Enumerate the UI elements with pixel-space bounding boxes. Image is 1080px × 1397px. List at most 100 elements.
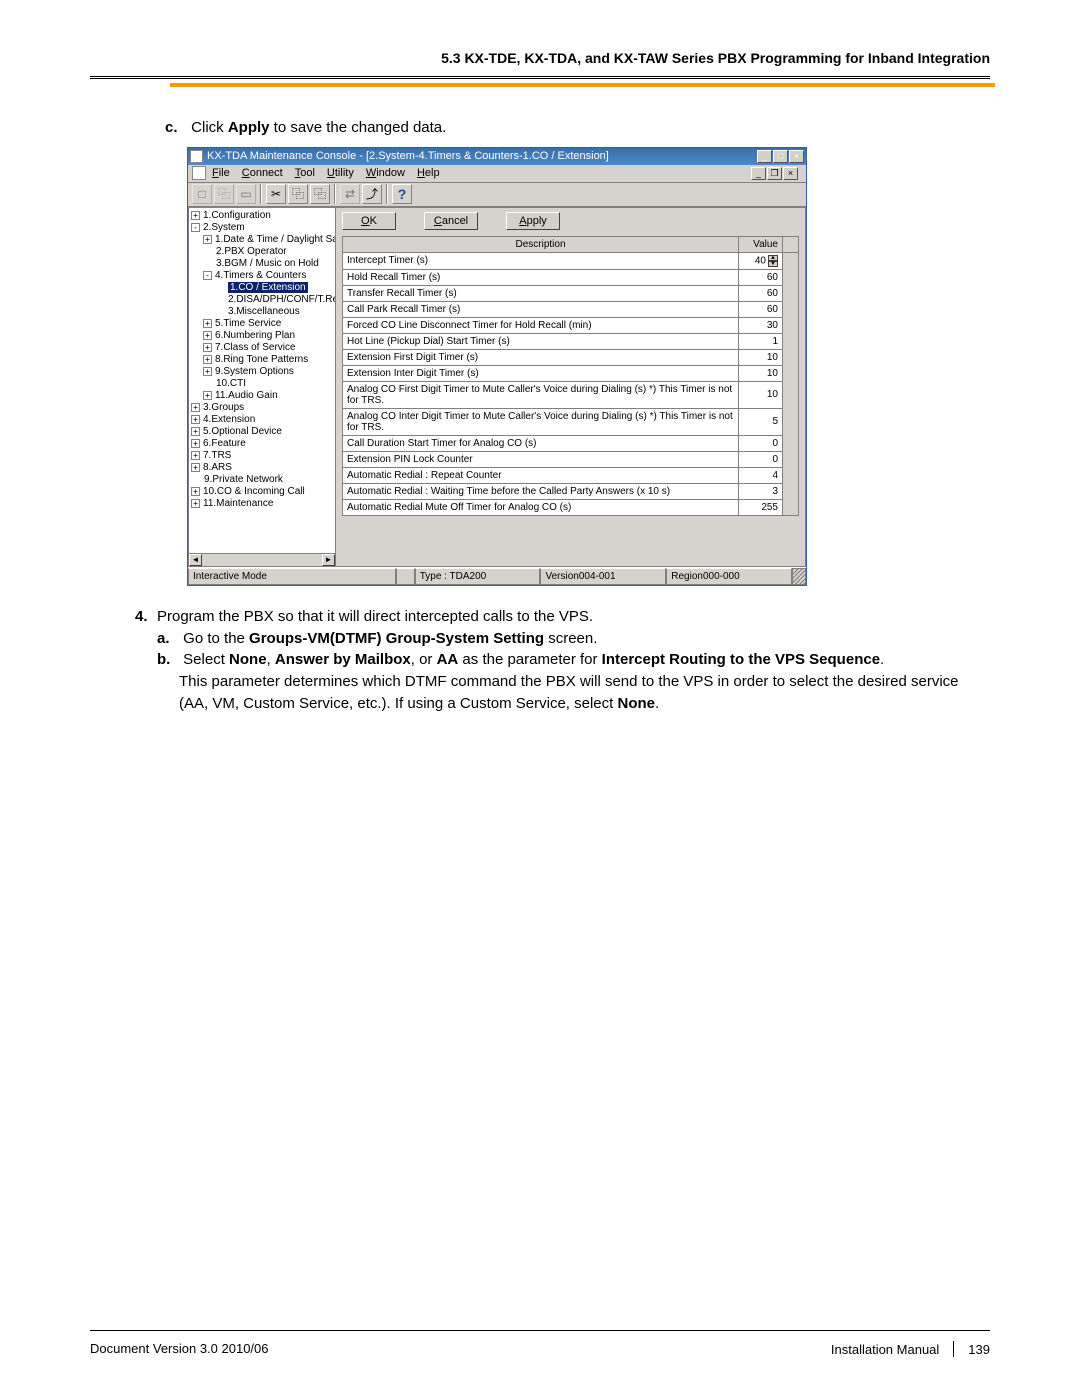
table-row[interactable]: Analog CO First Digit Timer to Mute Call… — [343, 381, 799, 408]
param-value[interactable]: 3 — [739, 483, 783, 499]
tree-node[interactable]: +4.Extension — [191, 414, 333, 426]
tree-node[interactable]: +1.Date & Time / Daylight Savin — [191, 234, 333, 246]
scroll-right-icon[interactable]: ► — [322, 554, 335, 566]
param-value[interactable]: 60 — [739, 301, 783, 317]
cancel-button[interactable]: Cancel — [424, 212, 478, 230]
tree-node[interactable]: +8.ARS — [191, 462, 333, 474]
toolbar-help-icon[interactable]: ? — [392, 184, 412, 204]
tree-node[interactable]: +7.Class of Service — [191, 342, 333, 354]
param-value[interactable]: 255 — [739, 499, 783, 515]
tree-node[interactable]: +5.Time Service — [191, 318, 333, 330]
expand-icon[interactable]: + — [203, 235, 212, 244]
param-value[interactable]: 0 — [739, 451, 783, 467]
tree-node[interactable]: 10.CTI — [191, 378, 333, 390]
expand-icon[interactable]: + — [203, 367, 212, 376]
tree-node[interactable]: +10.CO & Incoming Call — [191, 486, 333, 498]
toolbar-new-icon[interactable]: □ — [192, 184, 212, 204]
toolbar-copy-icon[interactable]: ⿻ — [288, 184, 308, 204]
mdi-close-button[interactable]: × — [783, 167, 798, 180]
tree-node[interactable]: -4.Timers & Counters — [191, 270, 333, 282]
expand-icon[interactable]: - — [203, 271, 212, 280]
menu-tool[interactable]: Tool — [295, 167, 315, 179]
tree-node[interactable]: +1.Configuration — [191, 210, 333, 222]
table-row[interactable]: Forced CO Line Disconnect Timer for Hold… — [343, 317, 799, 333]
toolbar-save-icon[interactable]: ▭ — [236, 184, 256, 204]
resize-grip-icon[interactable] — [792, 568, 806, 585]
tree-node[interactable]: +6.Numbering Plan — [191, 330, 333, 342]
ok-button[interactable]: OK — [342, 212, 396, 230]
table-row[interactable]: Analog CO Inter Digit Timer to Mute Call… — [343, 408, 799, 435]
menu-help[interactable]: Help — [417, 167, 440, 179]
param-value[interactable]: 10 — [739, 349, 783, 365]
expand-icon[interactable]: + — [203, 319, 212, 328]
table-row[interactable]: Intercept Timer (s)40▲▼ — [343, 252, 799, 269]
menu-utility[interactable]: Utility — [327, 167, 354, 179]
table-row[interactable]: Extension First Digit Timer (s)10 — [343, 349, 799, 365]
param-value[interactable]: 4 — [739, 467, 783, 483]
expand-icon[interactable]: + — [203, 331, 212, 340]
param-value[interactable]: 1 — [739, 333, 783, 349]
close-button[interactable]: × — [789, 150, 804, 163]
tree-node[interactable]: -2.System — [191, 222, 333, 234]
tree-node[interactable]: +9.System Options — [191, 366, 333, 378]
toolbar-refresh-icon[interactable]: ⤴ — [362, 184, 382, 204]
table-row[interactable]: Automatic Redial Mute Off Timer for Anal… — [343, 499, 799, 515]
table-row[interactable]: Extension Inter Digit Timer (s)10 — [343, 365, 799, 381]
expand-icon[interactable]: + — [203, 343, 212, 352]
expand-icon[interactable]: + — [191, 403, 200, 412]
expand-icon[interactable]: + — [203, 391, 212, 400]
expand-icon[interactable]: + — [203, 355, 212, 364]
tree-node[interactable]: +11.Maintenance — [191, 498, 333, 510]
tree-node[interactable]: 2.PBX Operator — [191, 246, 333, 258]
menu-file[interactable]: File — [212, 167, 230, 179]
tree-node[interactable]: +8.Ring Tone Patterns — [191, 354, 333, 366]
tree-node[interactable]: +11.Audio Gain — [191, 390, 333, 402]
toolbar-cut-icon[interactable]: ✂ — [266, 184, 286, 204]
apply-button[interactable]: Apply — [506, 212, 560, 230]
tree-node[interactable]: 3.BGM / Music on Hold — [191, 258, 333, 270]
expand-icon[interactable]: + — [191, 463, 200, 472]
param-value[interactable]: 10 — [739, 381, 783, 408]
tree-node[interactable]: 1.CO / Extension — [191, 282, 333, 294]
expand-icon[interactable]: + — [191, 487, 200, 496]
table-row[interactable]: Hold Recall Timer (s)60 — [343, 269, 799, 285]
table-row[interactable]: Call Duration Start Timer for Analog CO … — [343, 435, 799, 451]
tree-node[interactable]: 3.Miscellaneous — [191, 306, 333, 318]
toolbar-undo-icon[interactable]: ⇄ — [340, 184, 360, 204]
expand-icon[interactable]: + — [191, 439, 200, 448]
table-row[interactable]: Hot Line (Pickup Dial) Start Timer (s)1 — [343, 333, 799, 349]
menu-window[interactable]: Window — [366, 167, 405, 179]
nav-tree[interactable]: +1.Configuration-2.System+1.Date & Time … — [188, 207, 336, 567]
table-row[interactable]: Call Park Recall Timer (s)60 — [343, 301, 799, 317]
scroll-left-icon[interactable]: ◄ — [189, 554, 202, 566]
mdi-minimize-button[interactable]: _ — [751, 167, 766, 180]
tree-node[interactable]: +6.Feature — [191, 438, 333, 450]
maximize-button[interactable]: □ — [773, 150, 788, 163]
table-row[interactable]: Automatic Redial : Waiting Time before t… — [343, 483, 799, 499]
param-value[interactable]: 60 — [739, 285, 783, 301]
tree-node[interactable]: 2.DISA/DPH/CONF/T.Rem — [191, 294, 333, 306]
table-row[interactable]: Automatic Redial : Repeat Counter4 — [343, 467, 799, 483]
expand-icon[interactable]: + — [191, 451, 200, 460]
minimize-button[interactable]: _ — [757, 150, 772, 163]
menu-connect[interactable]: Connect — [242, 167, 283, 179]
expand-icon[interactable]: + — [191, 211, 200, 220]
tree-node[interactable]: +5.Optional Device — [191, 426, 333, 438]
param-value[interactable]: 30 — [739, 317, 783, 333]
expand-icon[interactable]: + — [191, 427, 200, 436]
expand-icon[interactable]: + — [191, 499, 200, 508]
expand-icon[interactable]: + — [191, 415, 200, 424]
param-value[interactable]: 10 — [739, 365, 783, 381]
param-value[interactable]: 0 — [739, 435, 783, 451]
table-row[interactable]: Extension PIN Lock Counter0 — [343, 451, 799, 467]
tree-node[interactable]: +7.TRS — [191, 450, 333, 462]
spin-control[interactable]: ▲▼ — [768, 255, 778, 267]
param-value[interactable]: 5 — [739, 408, 783, 435]
param-value[interactable]: 60 — [739, 269, 783, 285]
mdi-restore-button[interactable]: ❐ — [767, 167, 782, 180]
toolbar-paste-icon[interactable]: ⿻ — [310, 184, 330, 204]
tree-node[interactable]: 9.Private Network — [191, 474, 333, 486]
table-row[interactable]: Transfer Recall Timer (s)60 — [343, 285, 799, 301]
toolbar-open-icon[interactable]: ⿻ — [214, 184, 234, 204]
param-value[interactable]: 40▲▼ — [739, 252, 783, 269]
